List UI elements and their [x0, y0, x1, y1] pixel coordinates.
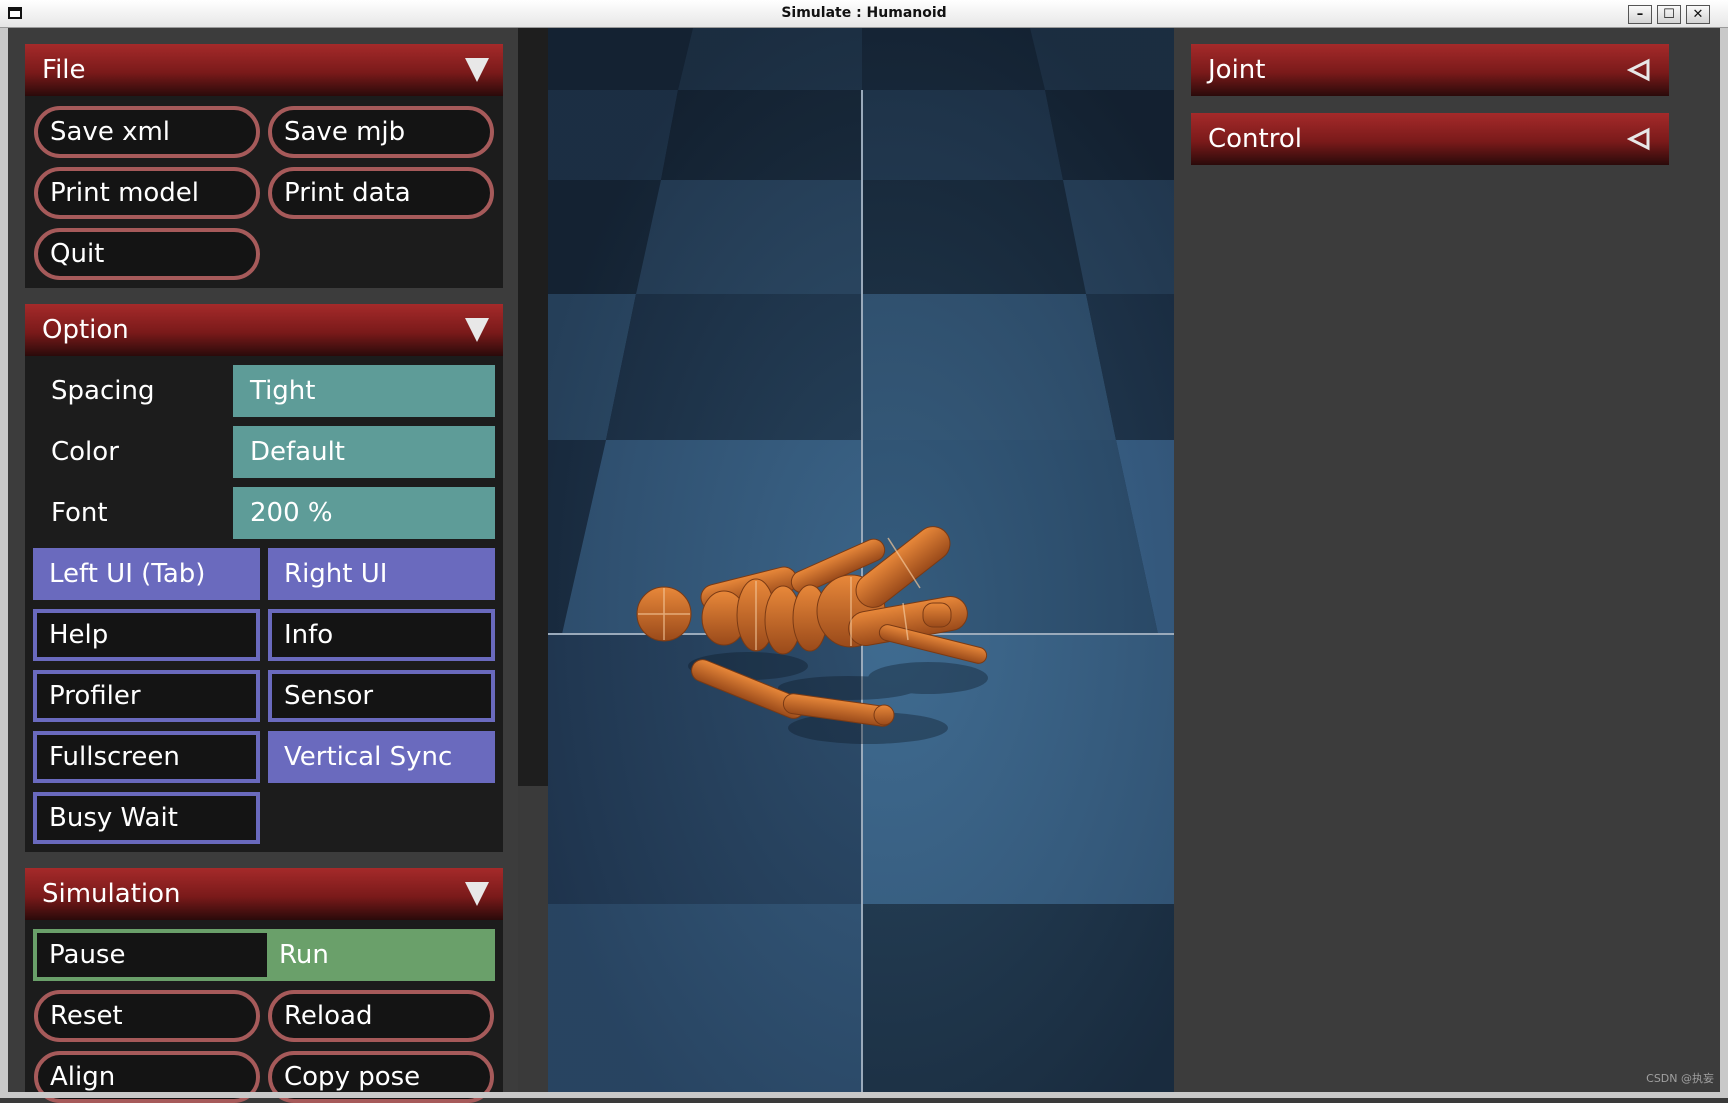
reload-button[interactable]: Reload — [268, 990, 494, 1042]
option-section: Option Spacing Tight Color Default Font … — [25, 304, 503, 852]
collapse-triangle-icon[interactable] — [465, 58, 489, 82]
scene-render — [548, 28, 1174, 1092]
minimize-button[interactable]: – — [1628, 5, 1652, 24]
file-section: File Save xml Save mjb Print model Print… — [25, 44, 503, 288]
spacing-label: Spacing — [51, 376, 155, 406]
print-model-button[interactable]: Print model — [34, 167, 260, 219]
right-ui-panel — [1174, 28, 1720, 1092]
info-toggle[interactable]: Info — [268, 609, 495, 661]
simulation-section: Simulation Pause Run Reset Reload Align … — [25, 868, 503, 1103]
simulation-section-title: Simulation — [42, 879, 181, 909]
option-section-header[interactable]: Option — [25, 304, 503, 356]
quit-button[interactable]: Quit — [34, 228, 260, 280]
window-frame-right — [1720, 28, 1728, 1098]
font-select[interactable]: 200 % — [233, 487, 495, 539]
maximize-button[interactable]: ☐ — [1657, 5, 1681, 24]
simulation-viewport[interactable] — [548, 28, 1174, 1092]
file-section-header[interactable]: File — [25, 44, 503, 96]
file-section-title: File — [42, 55, 86, 85]
save-xml-button[interactable]: Save xml — [34, 106, 260, 158]
pause-option[interactable]: Pause — [37, 933, 267, 977]
vertical-sync-toggle[interactable]: Vertical Sync — [268, 731, 495, 783]
expand-triangle-icon[interactable] — [1627, 127, 1651, 151]
expand-triangle-icon[interactable] — [1627, 58, 1651, 82]
fullscreen-toggle[interactable]: Fullscreen — [33, 731, 260, 783]
window-frame-bottom — [0, 1092, 1728, 1098]
busy-wait-toggle[interactable]: Busy Wait — [33, 792, 260, 844]
font-label: Font — [51, 498, 108, 528]
save-mjb-button[interactable]: Save mjb — [268, 106, 494, 158]
right-ui-toggle[interactable]: Right UI — [268, 548, 495, 600]
collapse-triangle-icon[interactable] — [465, 882, 489, 906]
joint-section-header[interactable]: Joint — [1191, 44, 1669, 96]
profiler-toggle[interactable]: Profiler — [33, 670, 260, 722]
control-section-header[interactable]: Control — [1191, 113, 1669, 165]
color-select[interactable]: Default — [233, 426, 495, 478]
simulation-section-header[interactable]: Simulation — [25, 868, 503, 920]
reset-button[interactable]: Reset — [34, 990, 260, 1042]
run-mode-radio: Pause Run — [33, 929, 495, 981]
left-ui-toggle[interactable]: Left UI (Tab) — [33, 548, 260, 600]
window-title-bar[interactable]: Simulate : Humanoid – ☐ ✕ — [0, 0, 1728, 28]
left-panel-scrollbar[interactable] — [518, 28, 548, 786]
collapse-triangle-icon[interactable] — [465, 318, 489, 342]
joint-section-title: Joint — [1208, 55, 1266, 85]
color-label: Color — [51, 437, 119, 467]
control-section-title: Control — [1208, 124, 1302, 154]
close-button[interactable]: ✕ — [1686, 5, 1710, 24]
sensor-toggle[interactable]: Sensor — [268, 670, 495, 722]
print-data-button[interactable]: Print data — [268, 167, 494, 219]
watermark: CSDN @执妄 — [1646, 1072, 1714, 1085]
window-frame-left — [0, 28, 8, 1098]
help-toggle[interactable]: Help — [33, 609, 260, 661]
run-option[interactable]: Run — [267, 933, 491, 977]
window-title: Simulate : Humanoid — [781, 5, 947, 21]
spacing-select[interactable]: Tight — [233, 365, 495, 417]
option-section-title: Option — [42, 315, 129, 345]
